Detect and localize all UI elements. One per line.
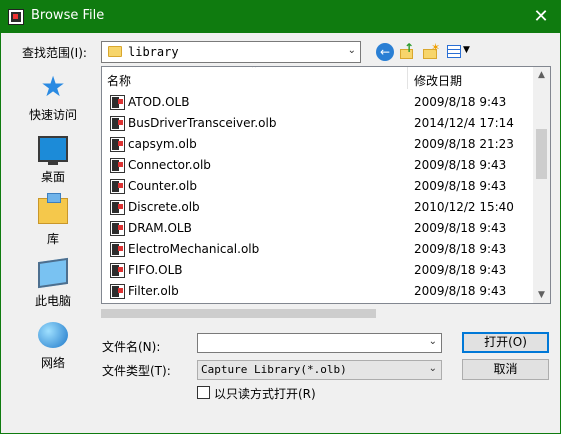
- file-name: ElectroMechanical.olb: [128, 242, 260, 256]
- computer-icon: [38, 257, 68, 289]
- scroll-up-icon[interactable]: ▲: [533, 67, 550, 84]
- star-icon: ★: [40, 70, 66, 103]
- cancel-button[interactable]: 取消: [462, 359, 549, 380]
- scroll-down-icon[interactable]: ▼: [533, 287, 550, 303]
- file-date: 2009/8/18 21:23: [414, 137, 514, 151]
- app-icon: [8, 9, 24, 25]
- list-item[interactable]: ATOD.OLB 2009/8/18 9:43: [102, 92, 534, 113]
- file-date: 2009/8/18 9:43: [414, 158, 507, 172]
- place-network[interactable]: 网络: [16, 318, 90, 374]
- file-date: 2009/8/18 9:43: [414, 179, 507, 193]
- olb-file-icon: [110, 158, 125, 173]
- column-header-name[interactable]: 名称: [107, 72, 131, 89]
- file-date: 2009/8/18 9:43: [414, 284, 507, 298]
- window-title: Browse File: [31, 8, 105, 23]
- olb-file-icon: [110, 137, 125, 152]
- place-label: 库: [46, 232, 59, 246]
- filename-input[interactable]: [200, 335, 420, 351]
- file-name: capsym.olb: [128, 137, 197, 151]
- olb-file-icon: [110, 263, 125, 278]
- list-item[interactable]: FIFO.OLB 2009/8/18 9:43: [102, 260, 534, 281]
- olb-file-icon: [110, 179, 125, 194]
- file-date: 2009/8/18 9:43: [414, 95, 507, 109]
- list-item[interactable]: Discrete.olb 2010/12/2 15:40: [102, 197, 534, 218]
- place-label: 桌面: [40, 170, 65, 184]
- place-label: 此电脑: [34, 294, 71, 308]
- file-name: DRAM.OLB: [128, 221, 192, 235]
- file-name: Filter.olb: [128, 284, 179, 298]
- title-bar: Browse File ✕: [0, 0, 561, 33]
- filename-combo[interactable]: ⌄: [197, 333, 442, 353]
- file-name: Discrete.olb: [128, 200, 200, 214]
- file-name: FIFO.OLB: [128, 263, 183, 277]
- file-date: 2009/8/18 9:43: [414, 242, 507, 256]
- place-label: 快速访问: [28, 108, 77, 122]
- chevron-down-icon[interactable]: ⌄: [429, 363, 437, 374]
- place-this-pc[interactable]: 此电脑: [16, 256, 90, 312]
- column-header-date[interactable]: 修改日期: [414, 72, 462, 89]
- file-name: BusDriverTransceiver.olb: [128, 116, 277, 130]
- chevron-down-icon[interactable]: ⌄: [348, 45, 356, 56]
- olb-file-icon: [110, 284, 125, 299]
- open-button[interactable]: 打开(O): [462, 332, 549, 353]
- sort-ascending-icon: ⌃: [250, 66, 259, 75]
- desktop-icon: [38, 136, 68, 165]
- scroll-thumb[interactable]: [536, 129, 547, 179]
- filetype-value: Capture Library(*.olb): [201, 363, 347, 376]
- filetype-label: 文件类型(T):: [102, 364, 171, 378]
- readonly-label[interactable]: 以只读方式打开(R): [214, 385, 316, 402]
- filetype-select[interactable]: Capture Library(*.olb) ⌄: [197, 360, 442, 380]
- place-desktop[interactable]: 桌面: [16, 132, 90, 188]
- view-menu-icon[interactable]: ▼: [447, 43, 473, 61]
- back-arrow-icon[interactable]: ←: [376, 43, 394, 61]
- network-icon: [38, 322, 68, 348]
- lookin-value: library: [128, 45, 179, 59]
- file-name: ATOD.OLB: [128, 95, 190, 109]
- readonly-checkbox[interactable]: [197, 386, 210, 399]
- scroll-thumb[interactable]: [101, 309, 376, 318]
- close-icon[interactable]: ✕: [521, 0, 561, 33]
- place-label: 网络: [40, 356, 65, 370]
- lookin-dropdown[interactable]: library ⌄: [101, 41, 361, 63]
- folder-icon: [108, 46, 122, 57]
- lookin-label: 查找范围(I):: [22, 46, 87, 60]
- column-divider[interactable]: [407, 67, 408, 89]
- file-date: 2010/12/2 15:40: [414, 200, 514, 214]
- up-folder-icon[interactable]: ↑: [399, 41, 417, 61]
- list-item[interactable]: ElectroMechanical.olb 2009/8/18 9:43: [102, 239, 534, 260]
- olb-file-icon: [110, 200, 125, 215]
- horizontal-scrollbar[interactable]: [101, 305, 551, 322]
- file-list[interactable]: 名称 ⌃ 修改日期 ATOD.OLB 2009/8/18 9:43 BusDriv…: [101, 66, 551, 304]
- list-item[interactable]: Connector.olb 2009/8/18 9:43: [102, 155, 534, 176]
- list-item[interactable]: DRAM.OLB 2009/8/18 9:43: [102, 218, 534, 239]
- place-library[interactable]: 库: [16, 193, 90, 250]
- olb-file-icon: [110, 242, 125, 257]
- file-name: Counter.olb: [128, 179, 197, 193]
- new-folder-icon[interactable]: ✶: [422, 41, 440, 61]
- filename-label: 文件名(N):: [102, 340, 161, 354]
- list-item[interactable]: capsym.olb 2009/8/18 21:23: [102, 134, 534, 155]
- chevron-down-icon[interactable]: ⌄: [429, 336, 437, 347]
- place-quick-access[interactable]: ★ 快速访问: [16, 70, 90, 126]
- olb-file-icon: [110, 95, 125, 110]
- library-icon: [38, 193, 68, 224]
- list-item[interactable]: Counter.olb 2009/8/18 9:43: [102, 176, 534, 197]
- file-date: 2009/8/18 9:43: [414, 221, 507, 235]
- list-item[interactable]: Filter.olb 2009/8/18 9:43: [102, 281, 534, 302]
- file-date: 2014/12/4 17:14: [414, 116, 514, 130]
- list-header: 名称 ⌃ 修改日期: [102, 67, 534, 91]
- list-item[interactable]: BusDriverTransceiver.olb 2014/12/4 17:14: [102, 113, 534, 134]
- file-name: Connector.olb: [128, 158, 211, 172]
- vertical-scrollbar[interactable]: ▲ ▼: [533, 67, 550, 303]
- file-date: 2009/8/18 9:43: [414, 263, 507, 277]
- olb-file-icon: [110, 221, 125, 236]
- olb-file-icon: [110, 116, 125, 131]
